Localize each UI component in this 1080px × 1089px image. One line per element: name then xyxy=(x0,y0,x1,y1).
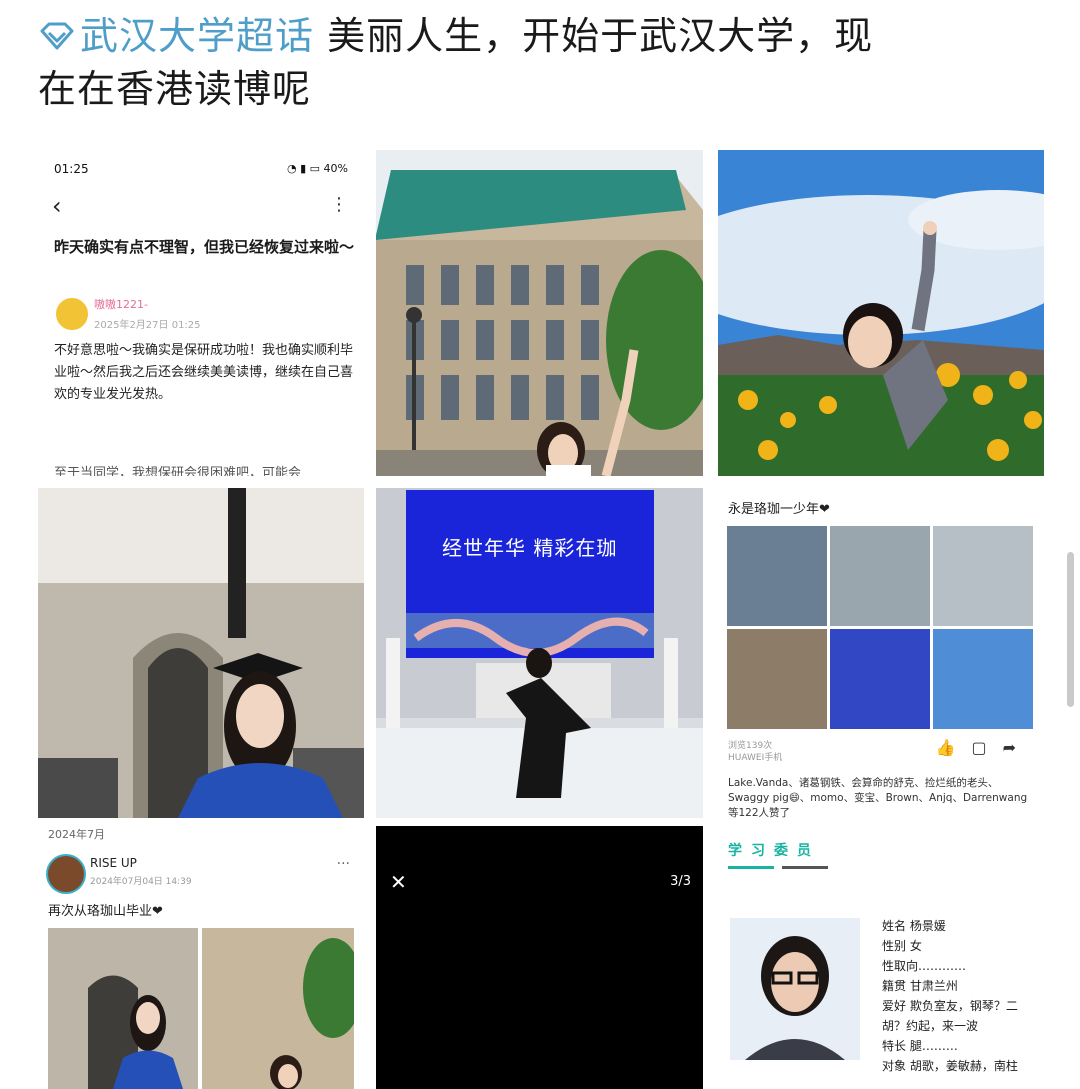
profile-line: 籍贯 甘肃兰州 xyxy=(882,979,958,993)
post-text: 再次从珞珈山毕业❤ xyxy=(48,904,163,919)
collage-title: 永是珞珈一少年❤ xyxy=(728,502,830,517)
profile-line: 特长 腿……… xyxy=(882,1039,958,1053)
photo-grid xyxy=(727,526,1033,730)
image-1-post-screenshot[interactable]: 01:25 ◔ ▮ ▭ 40% ‹ ⋮ 昨天确实有点不理智，但我已经恢复过来啦～… xyxy=(38,150,364,476)
tab-indicator-secondary xyxy=(782,866,828,869)
profile-line: 爱好 欺负室友，钢琴？二 xyxy=(882,999,1018,1013)
image-counter: 3/3 xyxy=(670,874,691,889)
profile-line: 胡？约起，来一波 xyxy=(882,1019,979,1033)
more-vertical-icon[interactable]: ⋮ xyxy=(330,194,348,215)
image-7-riseup-post[interactable]: 2024年7月 RISE UP 2024年07月04日 14:39 ··· 再次… xyxy=(38,826,364,1089)
grid-photo[interactable] xyxy=(727,526,827,626)
profile-line: 性别 女 xyxy=(882,939,922,953)
graduation-photo xyxy=(38,488,364,818)
grid-photo[interactable] xyxy=(933,526,1033,626)
grid-photo[interactable] xyxy=(933,629,1033,729)
avatar[interactable] xyxy=(46,854,86,894)
action-bar: 👍▢➦ xyxy=(936,738,1032,757)
post-date: 2024年07月04日 14:39 xyxy=(90,877,192,887)
grid-photo[interactable] xyxy=(727,629,827,729)
post-body: 不好意思啦～我确实是保研成功啦！我也确实顺利毕业啦～然后我之后还会继续美美读博，… xyxy=(54,343,354,402)
username[interactable]: RISE UP xyxy=(90,856,137,870)
super-topic-diamond-icon xyxy=(40,22,74,50)
profile-line: 性取向………… xyxy=(882,959,967,973)
image-5-screen-photo[interactable]: 经世年华 精彩在珈 xyxy=(376,488,703,818)
share-icon[interactable]: ➦ xyxy=(1003,738,1032,757)
riseup-photos xyxy=(48,928,354,1089)
image-2-library-photo[interactable] xyxy=(376,150,703,476)
avatar[interactable] xyxy=(54,296,90,332)
battery-icon: ▭ xyxy=(309,162,321,175)
topic-link[interactable]: 武汉大学超话 xyxy=(38,14,327,58)
wifi-icon: ◔ xyxy=(286,162,297,175)
tab-indicator xyxy=(728,866,774,869)
profile-line: 姓名 杨景媛 xyxy=(882,919,946,933)
battery-level: 40% xyxy=(323,162,348,175)
profile-text: 姓名 杨景媛 性别 女 性取向………… 籍贯 甘肃兰州 爱好 欺负室友，钢琴？二… xyxy=(882,916,1018,1076)
post-date: 2025年2月27日 01:25 xyxy=(94,320,201,331)
topic-name[interactable]: 武汉大学超话 xyxy=(80,14,314,58)
comment-icon[interactable]: ▢ xyxy=(971,738,1002,757)
grid-photo[interactable] xyxy=(830,526,930,626)
views-text: 浏览139次 xyxy=(728,741,773,751)
sunflower-photo xyxy=(718,150,1044,476)
close-icon[interactable]: ✕ xyxy=(390,870,407,894)
role-tab: 学习委员 xyxy=(728,843,820,859)
image-8-viewer[interactable]: ✕ 3/3 xyxy=(376,826,703,1089)
profile-line: 对象 胡歌，姜敏赫，南柱 xyxy=(882,1059,1018,1073)
post-text-line1: 美丽人生，开始于武汉大学，现 xyxy=(327,14,874,58)
post-text-line2: 在在香港读博呢 xyxy=(38,67,312,111)
username[interactable]: 嗷嗷1221- xyxy=(94,296,148,312)
grid-photo[interactable] xyxy=(830,629,930,729)
device-text: HUAWEI手机 xyxy=(728,753,783,763)
post-body-cut: 至于当同学，我想保研会很困难吧，可能会 xyxy=(54,466,302,476)
library-photo xyxy=(376,150,703,476)
image-6-collage-post[interactable]: 永是珞珈一少年❤ 浏览139次 HUAWEI手机 👍▢➦ Lake.Vanda、… xyxy=(718,488,1044,818)
post-title: 昨天确实有点不理智，但我已经恢复过来啦～ xyxy=(54,238,355,256)
signal-icon: ▮ xyxy=(300,162,307,175)
view-count: 浏览139次 HUAWEI手机 xyxy=(728,740,782,764)
post-header: 武汉大学超话 美丽人生，开始于武汉大学，现 在在香港读博呢 xyxy=(38,10,1038,116)
month-header: 2024年7月 xyxy=(48,828,105,841)
likes-list: Lake.Vanda、诸葛钢铁、会算命的舒克、捡烂纸的老头、Swaggy pig… xyxy=(728,777,1028,818)
back-chevron-icon[interactable]: ‹ xyxy=(52,192,62,220)
image-4-graduation-photo[interactable] xyxy=(38,488,364,818)
status-time: 01:25 xyxy=(54,162,89,176)
like-icon[interactable]: 👍 xyxy=(936,738,972,757)
image-9-profile-card[interactable]: 学习委员 姓名 杨景媛 性别 女 性取向………… 籍贯 甘肃兰州 爱好 欺负室友… xyxy=(718,826,1044,1089)
screen-title: 经世年华 精彩在珈 xyxy=(442,536,618,560)
scrollbar[interactable] xyxy=(1067,552,1074,707)
more-horizontal-icon[interactable]: ··· xyxy=(337,856,350,872)
image-3-sunflower-photo[interactable] xyxy=(718,150,1044,476)
id-photo xyxy=(730,918,860,1060)
status-icons: ◔ ▮ ▭ 40% xyxy=(287,162,348,175)
